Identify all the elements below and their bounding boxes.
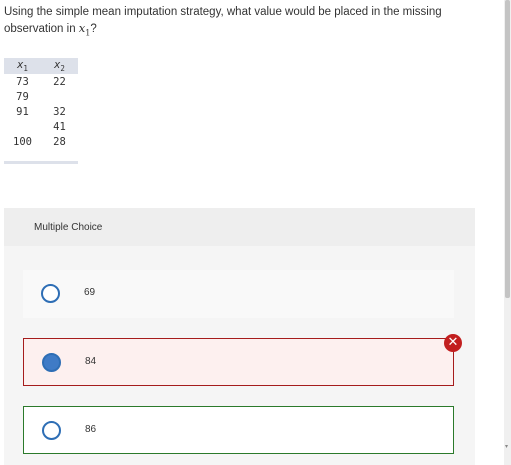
table-row: 100 28: [4, 134, 78, 149]
table-cell: 22: [53, 75, 66, 88]
multiple-choice-header: Multiple Choice: [4, 208, 475, 246]
question-variable: x1: [78, 21, 91, 38]
question-text: Using the simple mean imputation strateg…: [4, 4, 474, 41]
table-cell: 91: [16, 105, 29, 118]
answer-option-1[interactable]: 69: [23, 270, 454, 318]
answer-option-label: 84: [85, 356, 97, 367]
answer-option-label: 86: [85, 424, 97, 435]
table-row: 91 32: [4, 104, 78, 119]
answer-option-2[interactable]: 84: [23, 338, 454, 386]
column-header-x1: x1: [4, 58, 41, 74]
table-row: 73 22: [4, 74, 78, 89]
table-cell: 73: [16, 75, 29, 88]
column-header-x2: x2: [41, 58, 78, 74]
table-cell: 79: [16, 90, 29, 103]
table-cell: [41, 89, 78, 104]
scrollbar-thumb[interactable]: [505, 0, 510, 298]
radio-button-selected[interactable]: [42, 353, 61, 372]
radio-button-unselected[interactable]: [42, 421, 61, 440]
x-circle-icon: ✕: [444, 334, 462, 352]
table-cell: 41: [53, 120, 66, 133]
table-cell: 28: [53, 135, 66, 148]
answer-option-3[interactable]: 86: [23, 406, 454, 454]
data-table: x1 x2 73 22 79 91 32 41 100 28: [4, 58, 78, 149]
multiple-choice-label: Multiple Choice: [34, 222, 103, 233]
multiple-choice-panel: Multiple Choice 69 84 86: [4, 208, 475, 465]
answer-option-label: 69: [84, 287, 96, 298]
table-cell: [4, 119, 41, 134]
question-text-end: ?: [90, 23, 97, 35]
question-text-main: Using the simple mean imputation strateg…: [4, 6, 442, 35]
table-cell: 100: [13, 135, 32, 148]
table-row: 41: [4, 119, 78, 134]
table-footer-rule: [4, 161, 78, 164]
scroll-down-icon[interactable]: ▾: [505, 444, 510, 450]
table-row: 79: [4, 89, 78, 104]
table-cell: 32: [53, 105, 66, 118]
radio-button-unselected[interactable]: [41, 284, 60, 303]
